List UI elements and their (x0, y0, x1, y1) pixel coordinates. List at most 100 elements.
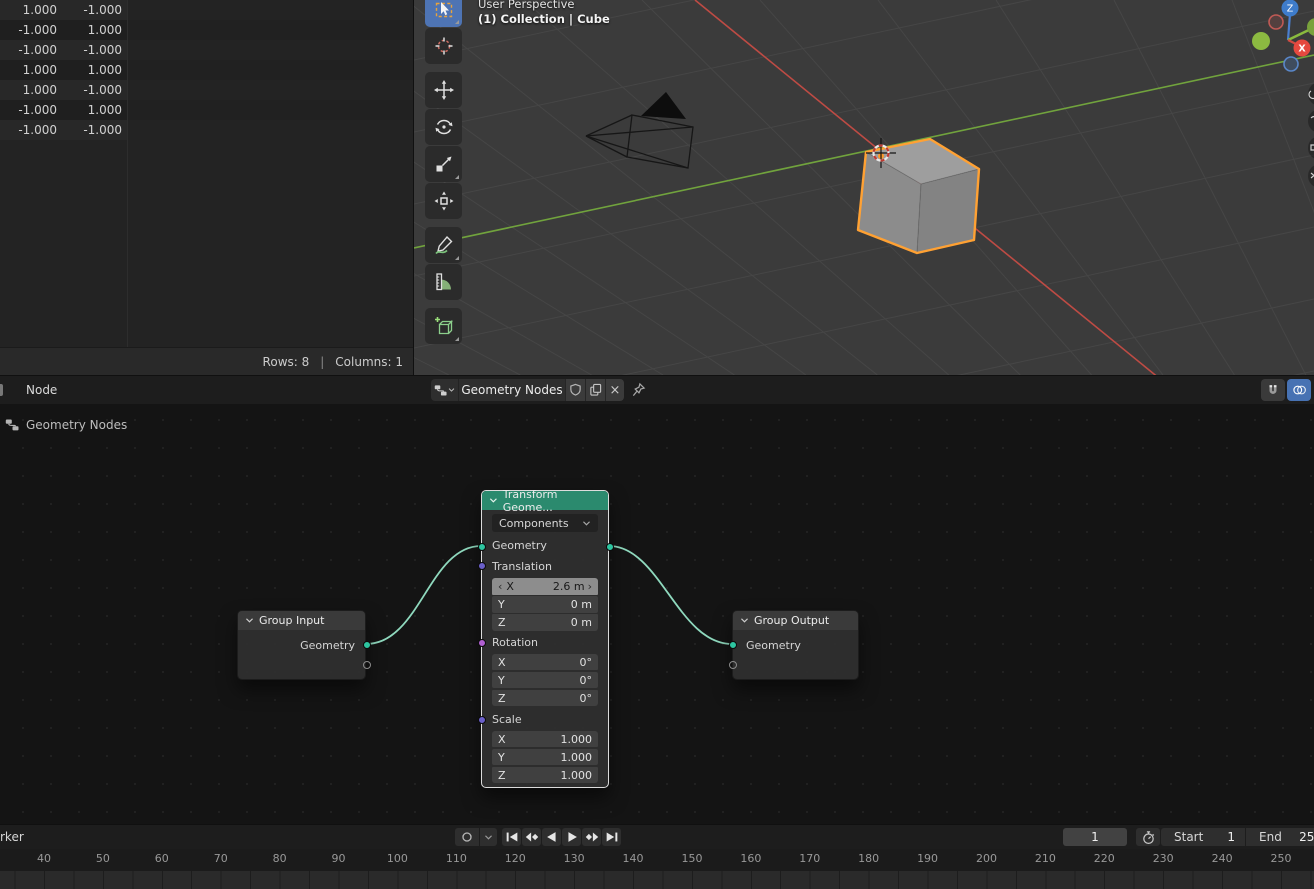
node-header-right-buttons (1261, 379, 1311, 401)
browse-nodetree-button[interactable] (431, 379, 458, 401)
ruler-tick-label: 100 (387, 852, 408, 865)
play-reverse-button[interactable] (542, 828, 561, 846)
snap-button[interactable] (1261, 379, 1285, 401)
jump-to-end-button[interactable] (602, 828, 621, 846)
fake-user-button[interactable] (565, 379, 585, 401)
group-output-header[interactable]: Group Output (733, 611, 858, 630)
next-keyframe-icon (584, 830, 600, 844)
timeline-track-area[interactable] (0, 871, 1314, 889)
transform-tool-button[interactable] (425, 183, 462, 219)
frame-end-field[interactable]: End 250 (1246, 828, 1314, 846)
new-copy-button[interactable] (585, 379, 605, 401)
previous-keyframe-button[interactable] (522, 828, 541, 846)
spreadsheet-cell: 1.000 (0, 80, 57, 100)
virtual-output-socket[interactable] (363, 661, 371, 669)
play-button[interactable] (562, 828, 581, 846)
transform-node-header[interactable]: Transform Geome... (482, 491, 608, 510)
frame-start-field[interactable]: Start 1 (1161, 828, 1245, 846)
nodetree-datablock-selector: Geometry Nodes × (431, 379, 624, 401)
axis-gizmo[interactable]: Z X (1252, 0, 1314, 71)
use-preview-range-button[interactable] (1136, 828, 1160, 846)
duplicate-icon (589, 383, 602, 397)
geometry-input-socket[interactable] (729, 641, 737, 649)
move-tool-button[interactable] (425, 72, 462, 108)
geometry-output-socket[interactable] (363, 641, 371, 649)
measure-tool-button[interactable] (425, 264, 462, 300)
scale-tool-button[interactable] (425, 146, 462, 182)
scale-x-field[interactable]: X 1.000 (492, 731, 598, 747)
pan-button[interactable] (1308, 109, 1314, 133)
collapse-chevron-icon[interactable] (489, 497, 498, 504)
rotation-z-field[interactable]: Z 0° (492, 690, 598, 706)
link-input-to-transform[interactable] (366, 546, 481, 644)
translation-input-socket[interactable] (478, 562, 486, 570)
timeline-ruler[interactable]: 4050607080901001101201301401501601701801… (0, 849, 1314, 871)
select-box-tool-button[interactable] (425, 0, 462, 27)
collapse-chevron-icon[interactable] (245, 617, 254, 624)
translation-z-field[interactable]: Z 0 m (492, 614, 598, 631)
unlink-button[interactable]: × (605, 379, 624, 401)
spreadsheet-rows[interactable]: 1.000-1.000-1.0001.000-1.000-1.0001.0001… (0, 0, 413, 347)
add-cube-tool-button[interactable] (425, 308, 462, 344)
viewport-scene[interactable]: Z X (414, 0, 1314, 375)
viewport-nav-buttons[interactable] (1308, 82, 1314, 188)
record-circle-icon (460, 830, 474, 844)
transform-geometry-node[interactable]: Transform Geome... Components Geometry T… (481, 490, 609, 788)
node-canvas[interactable]: Geometry Nodes Group Input Geometry (0, 404, 1314, 824)
geometry-input-socket[interactable] (478, 543, 486, 551)
auto-keying-dropdown[interactable] (480, 828, 497, 846)
rotation-input-socket[interactable] (478, 639, 486, 647)
scale-y-field[interactable]: Y 1.000 (492, 749, 598, 765)
pin-button[interactable] (631, 382, 646, 398)
spreadsheet-cell: -1.000 (57, 80, 122, 100)
field-label: Y (498, 751, 505, 764)
group-input-node[interactable]: Group Input Geometry (237, 610, 366, 680)
cursor-tool-button[interactable] (425, 28, 462, 64)
increment-arrow[interactable]: › (588, 578, 592, 595)
field-label: Y (498, 598, 505, 611)
field-label: X (506, 580, 514, 593)
geometry-output-socket[interactable] (606, 543, 614, 551)
annotate-tool-button[interactable] (425, 227, 462, 263)
geometry-socket-label: Geometry (492, 538, 598, 554)
auto-keying-button[interactable] (455, 828, 479, 846)
jump-to-start-button[interactable] (502, 828, 521, 846)
magnet-icon (1266, 383, 1280, 397)
translation-x-field[interactable]: ‹ X 2.6 m › (492, 578, 598, 595)
play-reverse-icon (544, 830, 560, 844)
scale-input-socket[interactable] (478, 716, 486, 724)
viewport-3d[interactable]: Z X User Perspective (1) Collection | Cu… (414, 0, 1314, 375)
nodetree-name-field[interactable]: Geometry Nodes (458, 379, 565, 401)
scale-label: Scale (492, 712, 598, 728)
marker-menu-truncated[interactable]: rker (0, 825, 24, 849)
translation-y-field[interactable]: Y 0 m (492, 596, 598, 613)
end-label: End (1259, 830, 1282, 844)
decrement-arrow[interactable]: ‹ (498, 578, 502, 595)
gizmo-y-neg-ball[interactable] (1307, 18, 1314, 36)
spreadsheet-cell: -1.000 (0, 20, 57, 40)
cube-object[interactable] (858, 139, 979, 253)
rotation-x-field[interactable]: X 0° (492, 654, 598, 670)
link-transform-to-output[interactable] (609, 546, 732, 644)
group-input-header[interactable]: Group Input (238, 611, 365, 630)
gizmo-y-ball[interactable] (1252, 32, 1270, 50)
spreadsheet-row: 1.000-1.000 (0, 80, 413, 100)
node-menu[interactable]: Node (20, 376, 63, 404)
next-keyframe-button[interactable] (582, 828, 601, 846)
gizmo-z-neg-ball[interactable] (1284, 57, 1298, 71)
gizmo-x-neg-ball[interactable] (1269, 15, 1283, 29)
virtual-input-socket[interactable] (729, 661, 737, 669)
collapse-chevron-icon[interactable] (740, 617, 749, 624)
editor-type-button-partial[interactable] (0, 384, 3, 396)
group-output-node[interactable]: Group Output Geometry (732, 610, 859, 680)
rotate-tool-button[interactable] (425, 109, 462, 145)
scale-z-field[interactable]: Z 1.000 (492, 767, 598, 783)
current-frame-field[interactable]: 1 (1063, 828, 1127, 846)
overlays-toggle-button[interactable] (1287, 379, 1311, 401)
rotation-label: Rotation (492, 635, 598, 651)
stopwatch-icon (1141, 830, 1156, 845)
components-dropdown[interactable]: Components (492, 514, 598, 532)
translation-label: Translation (492, 559, 598, 575)
rotation-y-field[interactable]: Y 0° (492, 672, 598, 688)
rotate-icon (433, 116, 455, 138)
